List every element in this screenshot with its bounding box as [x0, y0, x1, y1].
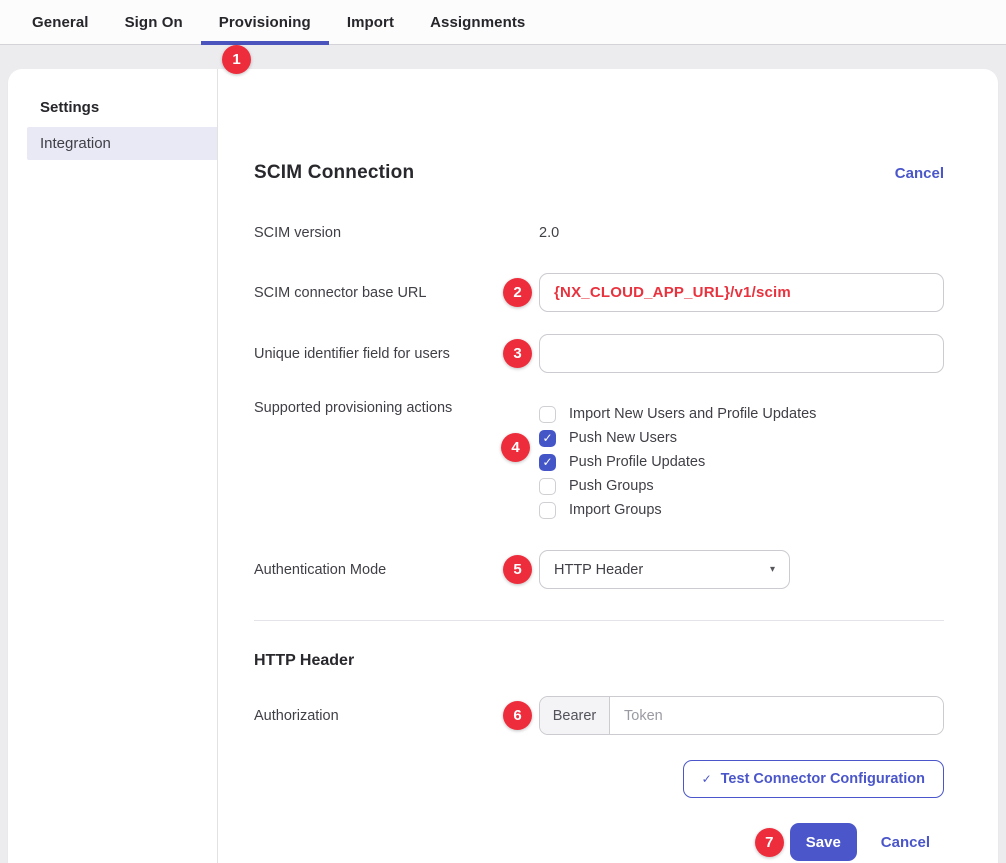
annotation-badge-7: 7	[755, 828, 784, 857]
annotation-badge-3: 3	[503, 339, 532, 368]
authorization-input-group: Bearer	[539, 696, 944, 735]
tab-provisioning[interactable]: Provisioning	[201, 0, 329, 44]
annotation-badge-6: 6	[503, 701, 532, 730]
annotation-badge-1: 1	[222, 45, 251, 74]
sidebar-item-integration[interactable]: Integration	[27, 127, 217, 160]
cancel-link-top[interactable]: Cancel	[895, 165, 944, 182]
annotation-badge-5: 5	[503, 555, 532, 584]
base-url-row: SCIM connector base URL 2	[254, 273, 944, 312]
save-button[interactable]: Save	[790, 823, 857, 861]
section-divider	[254, 620, 944, 621]
scim-version-row: SCIM version 2.0	[254, 224, 944, 242]
tab-assignments[interactable]: Assignments	[412, 0, 543, 44]
checkbox-import-groups[interactable]	[539, 502, 556, 519]
checkbox-row-push-profile-updates[interactable]: Push Profile Updates	[539, 450, 944, 474]
chevron-down-icon: ▾	[770, 564, 775, 575]
base-url-label: SCIM connector base URL	[254, 285, 539, 301]
token-input[interactable]	[610, 697, 943, 734]
http-header-section-title: HTTP Header	[254, 652, 944, 670]
auth-mode-select[interactable]: HTTP Header ▾	[539, 550, 790, 589]
form-title: SCIM Connection	[254, 162, 414, 184]
checkbox-label: Push New Users	[569, 430, 677, 446]
checkbox-label: Import Groups	[569, 502, 662, 518]
provisioning-panel: Settings Integration SCIM Connection Can…	[8, 69, 998, 863]
check-icon: ✓	[702, 772, 712, 786]
authorization-row: Authorization 6 Bearer	[254, 696, 944, 735]
checkbox-import-new-users[interactable]	[539, 406, 556, 423]
auth-mode-selected-value: HTTP Header	[554, 562, 643, 578]
base-url-input[interactable]	[539, 273, 944, 312]
checkbox-push-new-users[interactable]	[539, 430, 556, 447]
unique-id-row: Unique identifier field for users 3	[254, 334, 944, 373]
checkbox-row-import-groups[interactable]: Import Groups	[539, 498, 944, 522]
provisioning-actions-row: Supported provisioning actions 4 Import …	[254, 400, 944, 522]
provisioning-actions-label: Supported provisioning actions	[254, 400, 539, 416]
checkbox-row-push-new-users[interactable]: Push New Users	[539, 426, 944, 450]
checkbox-label: Import New Users and Profile Updates	[569, 406, 816, 422]
app-tab-bar: General Sign On Provisioning Import Assi…	[0, 0, 1006, 45]
checkbox-push-profile-updates[interactable]	[539, 454, 556, 471]
bearer-prefix: Bearer	[540, 697, 610, 734]
authorization-label: Authorization	[254, 708, 539, 724]
auth-mode-label: Authentication Mode	[254, 562, 539, 578]
checkbox-push-groups[interactable]	[539, 478, 556, 495]
unique-id-label: Unique identifier field for users	[254, 346, 539, 362]
auth-mode-row: Authentication Mode 5 HTTP Header ▾	[254, 550, 944, 589]
checkbox-row-import-new-users[interactable]: Import New Users and Profile Updates	[539, 402, 944, 426]
tab-general[interactable]: General	[14, 0, 107, 44]
tab-sign-on[interactable]: Sign On	[107, 0, 201, 44]
checkbox-label: Push Profile Updates	[569, 454, 705, 470]
annotation-badge-4: 4	[501, 433, 530, 462]
cancel-link-bottom[interactable]: Cancel	[881, 834, 930, 851]
tab-import[interactable]: Import	[329, 0, 412, 44]
scim-version-value: 2.0	[539, 225, 559, 241]
annotation-badge-2: 2	[503, 278, 532, 307]
sidebar-header: Settings	[40, 99, 217, 116]
scim-connection-form: SCIM Connection Cancel SCIM version 2.0 …	[218, 69, 998, 863]
test-connector-configuration-button[interactable]: ✓ Test Connector Configuration	[683, 760, 944, 798]
checkbox-label: Push Groups	[569, 478, 654, 494]
scim-version-label: SCIM version	[254, 225, 539, 241]
settings-sidebar: Settings Integration	[8, 69, 218, 863]
checkbox-row-push-groups[interactable]: Push Groups	[539, 474, 944, 498]
test-connector-configuration-label: Test Connector Configuration	[721, 771, 925, 787]
unique-id-input[interactable]	[539, 334, 944, 373]
